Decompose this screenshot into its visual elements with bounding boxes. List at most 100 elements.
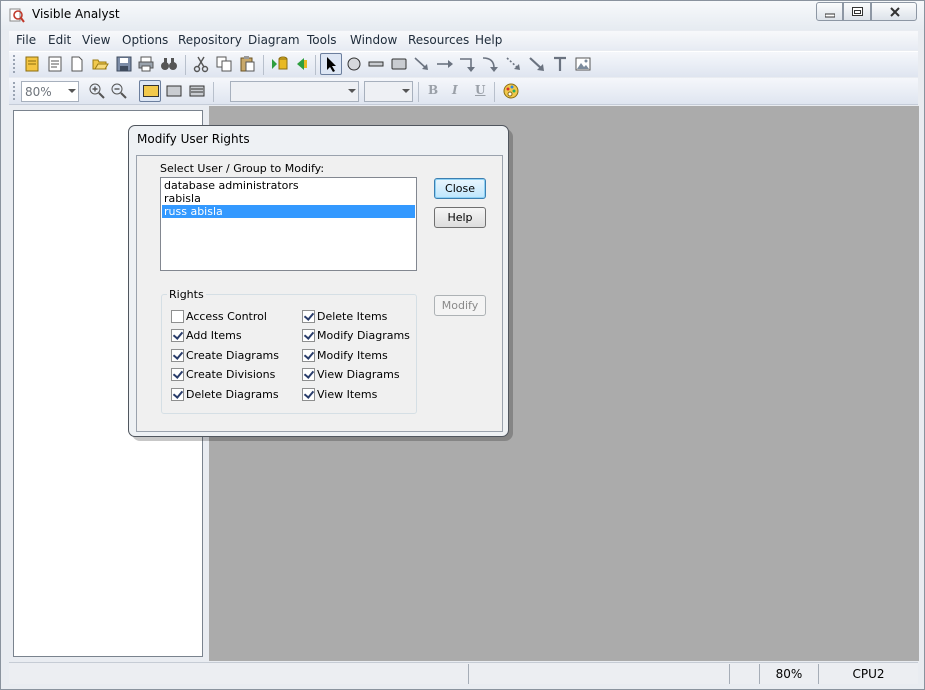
- new-document-icon[interactable]: [68, 55, 86, 73]
- toolbar-separator: [263, 55, 264, 75]
- cut-icon[interactable]: [192, 55, 210, 73]
- open-folder-icon[interactable]: [91, 55, 109, 73]
- close-button[interactable]: Close: [434, 178, 486, 199]
- status-zoom: 80%: [759, 664, 818, 684]
- underline-button[interactable]: U: [475, 83, 485, 97]
- modify-user-rights-dialog: Modify User Rights Select User / Group t…: [128, 125, 509, 437]
- save-icon[interactable]: [115, 55, 133, 73]
- run-database-icon[interactable]: [270, 55, 288, 73]
- view-mode-icon: [143, 85, 159, 97]
- report-icon[interactable]: [46, 55, 64, 73]
- format-toolbar: 80% B I U: [9, 78, 918, 105]
- menu-tools[interactable]: Tools: [307, 33, 337, 47]
- main-toolbar: [9, 51, 918, 77]
- toolbar-grip[interactable]: [13, 82, 16, 100]
- user-group-listbox[interactable]: database administrators rabisla russ abi…: [160, 177, 417, 271]
- create-divisions-label[interactable]: Create Divisions: [186, 368, 275, 381]
- view-mode-2-icon[interactable]: [165, 82, 183, 100]
- add-items-label[interactable]: Add Items: [186, 329, 242, 342]
- right-arrow-icon[interactable]: [436, 55, 454, 73]
- elbow-arrow-icon[interactable]: [459, 55, 477, 73]
- delete-diagrams-label[interactable]: Delete Diagrams: [186, 388, 279, 401]
- circle-tool-icon[interactable]: [345, 55, 363, 73]
- print-icon[interactable]: [137, 55, 155, 73]
- image-tool-icon[interactable]: [574, 55, 592, 73]
- delete-items-label[interactable]: Delete Items: [317, 310, 387, 323]
- access-control-checkbox[interactable]: [171, 310, 184, 323]
- app-magnifier-icon: [9, 8, 25, 23]
- modify-diagrams-checkbox[interactable]: [302, 329, 315, 342]
- text-tool-icon[interactable]: [551, 55, 569, 73]
- modify-diagrams-label[interactable]: Modify Diagrams: [317, 329, 410, 342]
- pointer-tool-button[interactable]: [320, 53, 342, 75]
- create-divisions-checkbox[interactable]: [171, 368, 184, 381]
- restore-icon: [852, 7, 863, 16]
- rights-label: Rights: [167, 288, 206, 301]
- curved-arrow-icon[interactable]: [482, 55, 500, 73]
- view-mode-1-button[interactable]: [139, 80, 161, 102]
- help-button[interactable]: Help: [434, 207, 486, 228]
- menu-options[interactable]: Options: [122, 33, 168, 47]
- menu-repository[interactable]: Repository: [178, 33, 242, 47]
- view-mode-3-icon[interactable]: [188, 82, 206, 100]
- menu-diagram[interactable]: Diagram: [248, 33, 300, 47]
- menu-window[interactable]: Window: [350, 33, 397, 47]
- modify-button[interactable]: Modify: [434, 295, 486, 316]
- create-diagrams-checkbox[interactable]: [171, 349, 184, 362]
- repository-icon[interactable]: [23, 55, 41, 73]
- color-palette-icon[interactable]: [502, 82, 520, 100]
- menu-resources[interactable]: Resources: [408, 33, 469, 47]
- menu-file[interactable]: File: [16, 33, 36, 47]
- view-diagrams-checkbox[interactable]: [302, 368, 315, 381]
- dashed-arrow-icon[interactable]: [505, 55, 523, 73]
- toolbar-separator: [185, 55, 186, 75]
- toolbar-separator: [315, 55, 316, 75]
- zoom-combo[interactable]: 80%: [21, 81, 79, 102]
- status-panel: [468, 664, 729, 684]
- list-item[interactable]: database administrators: [162, 179, 415, 192]
- find-binoculars-icon[interactable]: [160, 55, 178, 73]
- zoom-out-icon[interactable]: [110, 82, 128, 100]
- chevron-down-icon: [348, 89, 356, 93]
- diagonal-arrow-icon[interactable]: [413, 55, 431, 73]
- back-arrow-icon[interactable]: [292, 55, 310, 73]
- add-items-checkbox[interactable]: [171, 329, 184, 342]
- connector-arrow-icon[interactable]: [528, 55, 546, 73]
- line-tool-icon[interactable]: [367, 55, 385, 73]
- list-item[interactable]: rabisla: [162, 192, 415, 205]
- paste-icon[interactable]: [238, 55, 256, 73]
- list-item-selected[interactable]: russ abisla: [162, 205, 415, 218]
- font-size-combo[interactable]: [364, 81, 413, 102]
- restore-button[interactable]: [843, 2, 871, 21]
- toolbar-grip[interactable]: [13, 55, 16, 73]
- copy-icon[interactable]: [215, 55, 233, 73]
- chevron-down-icon: [68, 89, 76, 93]
- italic-button[interactable]: I: [452, 83, 458, 97]
- access-control-label[interactable]: Access Control: [186, 310, 267, 323]
- delete-diagrams-checkbox[interactable]: [171, 388, 184, 401]
- zoom-in-icon[interactable]: [88, 82, 106, 100]
- delete-items-checkbox[interactable]: [302, 310, 315, 323]
- chevron-down-icon: [402, 89, 410, 93]
- minimize-button[interactable]: [816, 2, 843, 21]
- pointer-arrow-icon: [327, 57, 336, 72]
- menu-view[interactable]: View: [82, 33, 110, 47]
- status-panel: [729, 664, 759, 684]
- view-items-checkbox[interactable]: [302, 388, 315, 401]
- menu-help[interactable]: Help: [475, 33, 502, 47]
- modify-items-checkbox[interactable]: [302, 349, 315, 362]
- view-diagrams-label[interactable]: View Diagrams: [317, 368, 400, 381]
- application-window: Visible Analyst File Edit View Options R…: [0, 0, 925, 690]
- title-bar[interactable]: Visible Analyst: [1, 1, 924, 30]
- rectangle-tool-icon[interactable]: [390, 55, 408, 73]
- close-icon: [890, 7, 900, 17]
- menu-bar: File Edit View Options Repository Diagra…: [9, 31, 918, 50]
- close-window-button[interactable]: [871, 2, 917, 21]
- status-cpu: CPU2: [818, 664, 918, 684]
- modify-items-label[interactable]: Modify Items: [317, 349, 388, 362]
- view-items-label[interactable]: View Items: [317, 388, 377, 401]
- create-diagrams-label[interactable]: Create Diagrams: [186, 349, 279, 362]
- bold-button[interactable]: B: [428, 83, 438, 97]
- menu-edit[interactable]: Edit: [48, 33, 71, 47]
- font-name-combo[interactable]: [230, 81, 359, 102]
